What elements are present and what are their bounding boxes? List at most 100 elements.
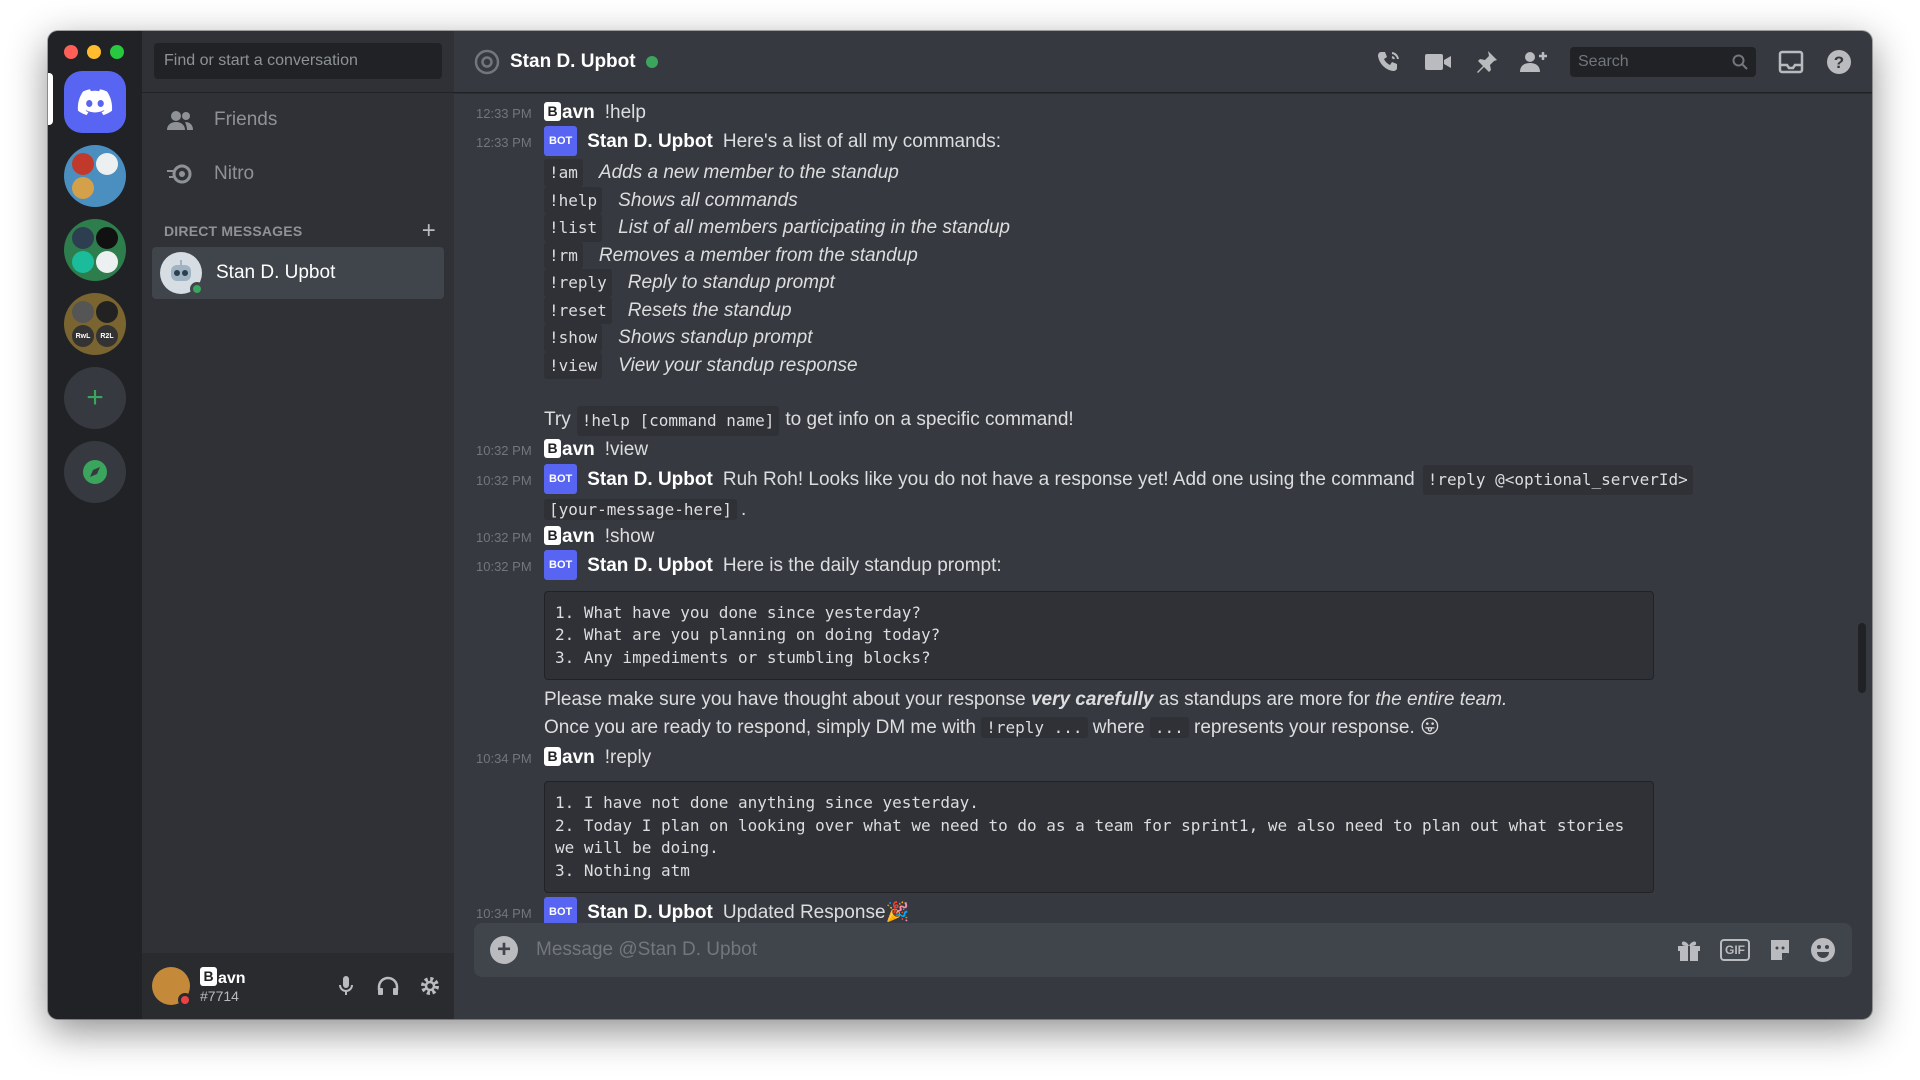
server-1-button[interactable] (64, 145, 126, 207)
nav-friends[interactable]: Friends (152, 93, 444, 147)
message-timestamp: 10:34 PM (476, 906, 532, 921)
dm-section-header: DIRECT MESSAGES + (142, 201, 454, 247)
composer-container: + GIF (454, 923, 1872, 1019)
message-code: !reply ... (981, 717, 1088, 738)
voice-call-icon[interactable] (1376, 49, 1402, 75)
message-author[interactable]: Stan D. Upbot (587, 128, 713, 156)
message-code: [your-message-here] (544, 498, 738, 520)
user-info: Bavn #7714 (200, 966, 246, 1004)
author-name: avn (562, 747, 595, 768)
deafen-button[interactable] (374, 972, 402, 1000)
author-name: avn (562, 438, 595, 460)
window-controls (64, 45, 124, 59)
server-avatar (72, 153, 94, 175)
user-settings-button[interactable] (416, 972, 444, 1000)
note-text: as standups are more for (1158, 689, 1370, 710)
explore-servers-button[interactable] (64, 441, 126, 503)
command-description: Shows standup prompt (618, 327, 813, 348)
channel-header: Stan D. Upbot Search ? (454, 31, 1872, 93)
command-description: Shows all commands (618, 189, 798, 211)
search-input[interactable]: Search (1570, 46, 1756, 77)
message-input[interactable] (536, 939, 1658, 961)
dm-sidebar: Find or start a conversation Friends Nit… (142, 31, 454, 1019)
composer-actions: GIF (1676, 937, 1836, 963)
dm-item-label: Stan D. Upbot (216, 262, 336, 283)
message-author[interactable]: Stan D. Upbot (587, 466, 713, 494)
compass-icon (83, 460, 107, 484)
message-text: !reply (604, 747, 652, 768)
home-button[interactable] (64, 71, 126, 133)
message-composer: + GIF (474, 923, 1852, 977)
message-author[interactable]: Bavn (544, 744, 595, 772)
message-author[interactable]: Bavn (544, 523, 595, 551)
command-code: !help (544, 186, 603, 214)
server-avatar (96, 227, 118, 249)
channel-name: Stan D. Upbot (510, 50, 636, 72)
message-author[interactable]: Bavn (544, 436, 595, 464)
author-name: avn (562, 102, 595, 123)
dm-item-stan-d-upbot[interactable]: Stan D. Upbot (152, 247, 444, 299)
server-2-button[interactable] (64, 219, 126, 281)
user-panel: Bavn #7714 (142, 953, 454, 1019)
server-3-button[interactable]: RwL R2L (64, 293, 126, 355)
nav-friends-label: Friends (214, 109, 278, 130)
help-icon[interactable]: ? (1826, 49, 1852, 75)
server-label-1: RwL (72, 325, 94, 347)
create-dm-button[interactable]: + (422, 219, 436, 243)
command-row: !list List of all members participating i… (544, 214, 1742, 242)
upload-button[interactable]: + (490, 936, 518, 964)
command-row: !am Adds a new member to the standup (544, 159, 1742, 187)
gift-icon[interactable] (1676, 938, 1702, 962)
close-window-button[interactable] (64, 45, 78, 59)
note-emphasis: very carefully (1030, 689, 1154, 710)
message-author[interactable]: Stan D. Upbot (587, 899, 713, 923)
note-text: Please make sure you have thought about … (544, 689, 1026, 710)
hint-pre: Try (544, 409, 571, 430)
sticker-icon[interactable] (1768, 938, 1792, 962)
zoom-window-button[interactable] (110, 45, 124, 59)
message-list: 12:33 PM Bavn !help 12:33 PM BOT Stan D.… (454, 93, 1872, 923)
code-block: 1. I have not done anything since yester… (544, 781, 1654, 893)
server-avatar (96, 251, 118, 273)
command-description: Removes a member from the standup (598, 244, 918, 266)
message-timestamp: 12:33 PM (476, 135, 532, 150)
message-continuation: [your-message-here]. (544, 497, 1742, 523)
plus-icon: + (86, 381, 104, 414)
emoji-picker-icon[interactable] (1810, 937, 1836, 963)
avatar (160, 252, 204, 296)
nav-nitro[interactable]: Nitro (152, 147, 444, 201)
server-avatar (72, 227, 94, 249)
gif-button[interactable]: GIF (1720, 939, 1750, 961)
command-row: !view View your standup response (544, 351, 1742, 379)
server-avatar (72, 177, 94, 199)
command-row: !reply Reply to standup prompt (544, 269, 1742, 297)
gear-icon (421, 977, 439, 995)
svg-text:?: ? (1834, 53, 1844, 72)
inbox-icon[interactable] (1778, 50, 1804, 74)
message-author[interactable]: Stan D. Upbot (587, 552, 713, 580)
command-code: !show (544, 324, 603, 352)
mute-button[interactable] (332, 972, 360, 1000)
author-badge: B (544, 525, 561, 545)
command-code: !reset (544, 296, 612, 324)
search-placeholder: Search (1578, 52, 1629, 70)
minimize-window-button[interactable] (87, 45, 101, 59)
nav-nitro-label: Nitro (214, 163, 255, 184)
dm-search-input[interactable]: Find or start a conversation (154, 43, 442, 79)
add-server-button[interactable]: + (64, 367, 126, 429)
discord-icon (77, 89, 113, 116)
message-text: Here's a list of all my commands: (722, 131, 1001, 152)
bot-badge: BOT (544, 126, 578, 156)
scrollbar[interactable] (1858, 623, 1866, 693)
username-text: avn (218, 969, 246, 987)
video-call-icon[interactable] (1424, 51, 1452, 73)
message-text: Updated Response (722, 902, 886, 923)
user-avatar[interactable] (152, 967, 192, 1007)
standup-note-line-2: Once you are ready to respond, simply DM… (544, 714, 1742, 742)
add-friend-icon[interactable] (1520, 50, 1548, 74)
pin-icon[interactable] (1474, 50, 1498, 74)
message-author[interactable]: Bavn (544, 99, 595, 127)
microphone-icon (339, 976, 353, 995)
command-description: Reply to standup prompt (627, 272, 835, 293)
